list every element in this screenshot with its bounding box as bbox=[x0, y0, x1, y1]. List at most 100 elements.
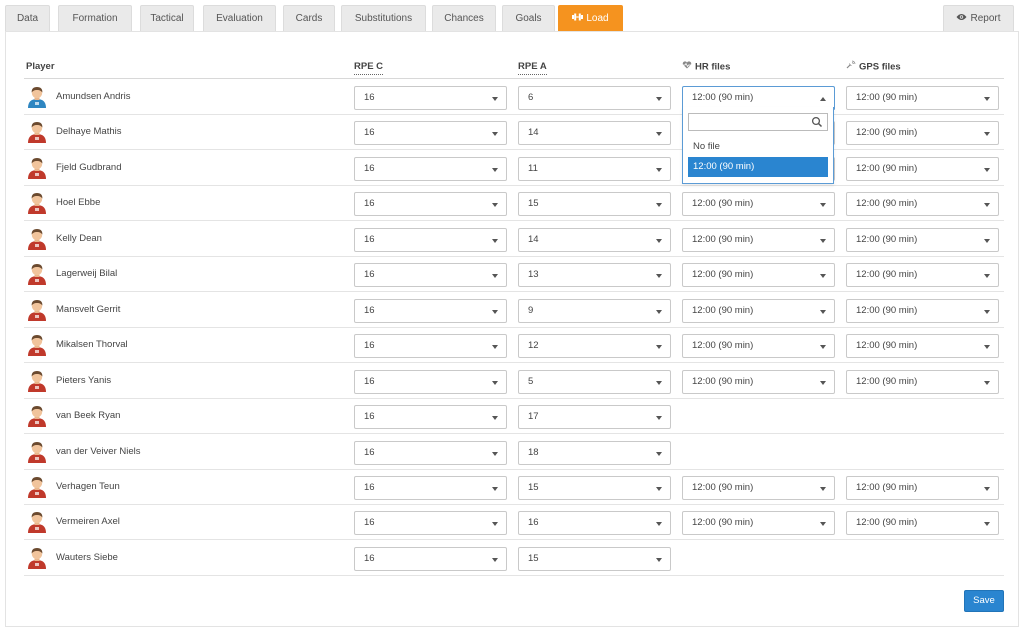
gps-file-select[interactable]: 12:00 (90 min) bbox=[846, 475, 999, 500]
rpe-a-select[interactable]: 14 bbox=[518, 227, 671, 252]
rpe-a-select[interactable]: 5 bbox=[518, 369, 671, 394]
rpe-c-select[interactable]: 16 bbox=[354, 475, 507, 500]
tab-label: Substitutions bbox=[354, 13, 413, 24]
gps-file-select[interactable]: 12:00 (90 min) bbox=[846, 263, 999, 288]
rpe-a-select[interactable]: 13 bbox=[518, 263, 671, 288]
hr-file-select[interactable]: 12:00 (90 min) bbox=[682, 511, 835, 536]
gps-file-select[interactable]: 12:00 (90 min) bbox=[846, 86, 999, 110]
caret-down-icon bbox=[820, 380, 826, 385]
gps-file-select[interactable]: 12:00 (90 min) bbox=[846, 511, 999, 536]
hr-file-search-input[interactable] bbox=[688, 113, 828, 131]
hr-file-select[interactable]: 12:00 (90 min) bbox=[682, 192, 835, 217]
select-value: 16 bbox=[364, 375, 375, 387]
select-value: 6 bbox=[528, 92, 534, 103]
hr-file-select[interactable]: 12:00 (90 min) bbox=[682, 369, 835, 394]
tab-evaluation[interactable]: Evaluation bbox=[203, 5, 276, 31]
select-value: 16 bbox=[364, 304, 375, 316]
rpe-c-select[interactable]: 16 bbox=[354, 334, 507, 359]
rpe-c-select[interactable]: 16 bbox=[354, 156, 507, 181]
tab-cards[interactable]: Cards bbox=[283, 5, 335, 31]
player-avatar bbox=[26, 509, 48, 534]
player-name: Wauters Siebe bbox=[56, 551, 118, 563]
gps-file-select[interactable]: 12:00 (90 min) bbox=[846, 298, 999, 323]
tab-substitutions[interactable]: Substitutions bbox=[341, 5, 426, 31]
hr-file-select[interactable]: 12:00 (90 min) bbox=[682, 263, 835, 288]
rpe-a-select[interactable]: 12 bbox=[518, 334, 671, 359]
tab-chances[interactable]: Chances bbox=[432, 5, 496, 31]
select-value: 16 bbox=[364, 446, 375, 458]
hr-file-select[interactable]: 12:00 (90 min) bbox=[682, 334, 835, 359]
hr-option-no-file[interactable]: No file bbox=[688, 137, 828, 157]
rpe-c-select[interactable]: 16 bbox=[354, 192, 507, 217]
caret-down-icon bbox=[984, 345, 990, 350]
rpe-c-select[interactable]: 16 bbox=[354, 369, 507, 394]
header-hr-files-label: HR files bbox=[695, 61, 731, 73]
rpe-a-select[interactable]: 16 bbox=[518, 511, 671, 536]
player-avatar bbox=[26, 155, 48, 179]
select-value: 18 bbox=[528, 446, 539, 458]
player-avatar bbox=[26, 297, 48, 321]
caret-down-icon bbox=[984, 522, 990, 527]
rpe-c-select[interactable]: 16 bbox=[354, 86, 507, 110]
table-header: Player RPE C RPE A HR files GPS files bbox=[24, 60, 1004, 79]
hr-file-select[interactable]: 12:00 (90 min) bbox=[682, 475, 835, 500]
rpe-c-select[interactable]: 16 bbox=[354, 121, 507, 146]
gps-file-select[interactable]: 12:00 (90 min) bbox=[846, 334, 999, 359]
caret-down-icon bbox=[656, 380, 662, 385]
tab-tactical[interactable]: Tactical bbox=[140, 5, 194, 31]
save-button[interactable]: Save bbox=[964, 590, 1004, 612]
caret-down-icon bbox=[984, 380, 990, 385]
rpe-c-select[interactable]: 16 bbox=[354, 263, 507, 288]
rpe-a-select[interactable]: 11 bbox=[518, 156, 671, 181]
rpe-c-select[interactable]: 16 bbox=[354, 440, 507, 465]
select-value: 12:00 (90 min) bbox=[692, 375, 754, 387]
rpe-c-select[interactable]: 16 bbox=[354, 405, 507, 430]
rpe-a-select[interactable]: 15 bbox=[518, 475, 671, 500]
table-row: Delhaye Mathis161412:00 (90 min)12:00 (9… bbox=[24, 115, 1004, 151]
player-name: van der Veiver Niels bbox=[56, 445, 141, 457]
tab-goals[interactable]: Goals bbox=[502, 5, 555, 31]
gps-file-select[interactable]: 12:00 (90 min) bbox=[846, 121, 999, 146]
gps-file-select[interactable]: 12:00 (90 min) bbox=[846, 156, 999, 181]
tab-load[interactable]: Load bbox=[558, 5, 623, 31]
hr-file-select[interactable]: 12:00 (90 min) bbox=[682, 227, 835, 252]
hr-option-1200[interactable]: 12:00 (90 min) bbox=[688, 157, 828, 177]
tab-report[interactable]: Report bbox=[943, 5, 1014, 31]
caret-down-icon bbox=[656, 274, 662, 279]
header-rpe-c[interactable]: RPE C bbox=[354, 60, 384, 75]
player-avatar bbox=[26, 403, 48, 428]
rpe-a-select[interactable]: 9 bbox=[518, 298, 671, 323]
player-name: Hoel Ebbe bbox=[56, 197, 101, 209]
tab-formation[interactable]: Formation bbox=[58, 5, 132, 31]
rpe-a-select[interactable]: 17 bbox=[518, 405, 671, 430]
rpe-c-select[interactable]: 16 bbox=[354, 227, 507, 252]
rpe-a-select[interactable]: 14 bbox=[518, 121, 671, 146]
rpe-a-select[interactable]: 6 bbox=[518, 86, 671, 110]
caret-down-icon bbox=[656, 167, 662, 172]
rpe-a-select[interactable]: 18 bbox=[518, 440, 671, 465]
gps-file-select[interactable]: 12:00 (90 min) bbox=[846, 369, 999, 394]
player-name: Mansvelt Gerrit bbox=[56, 303, 121, 315]
caret-down-icon bbox=[492, 167, 498, 172]
hr-file-select[interactable]: 12:00 (90 min) bbox=[682, 298, 835, 323]
header-rpe-a[interactable]: RPE A bbox=[518, 60, 547, 75]
caret-down-icon bbox=[820, 274, 826, 279]
select-value: 12:00 (90 min) bbox=[856, 517, 918, 529]
gps-file-select[interactable]: 12:00 (90 min) bbox=[846, 227, 999, 252]
gps-file-select[interactable]: 12:00 (90 min) bbox=[846, 192, 999, 217]
player-avatar bbox=[26, 439, 48, 463]
select-value: 9 bbox=[528, 304, 534, 316]
rpe-a-select[interactable]: 15 bbox=[518, 192, 671, 217]
tab-label: Report bbox=[970, 13, 1001, 25]
caret-down-icon bbox=[492, 309, 498, 314]
player-name: van Beek Ryan bbox=[56, 410, 121, 422]
rpe-a-select[interactable]: 15 bbox=[518, 546, 671, 571]
rpe-c-select[interactable]: 16 bbox=[354, 298, 507, 323]
rpe-c-select[interactable]: 16 bbox=[354, 546, 507, 571]
tab-data[interactable]: Data bbox=[5, 5, 50, 31]
rpe-c-select[interactable]: 16 bbox=[354, 511, 507, 536]
caret-down-icon bbox=[820, 522, 826, 527]
tab-label: Chances bbox=[444, 13, 484, 24]
player-avatar bbox=[26, 474, 48, 498]
tab-label: Formation bbox=[72, 13, 118, 24]
